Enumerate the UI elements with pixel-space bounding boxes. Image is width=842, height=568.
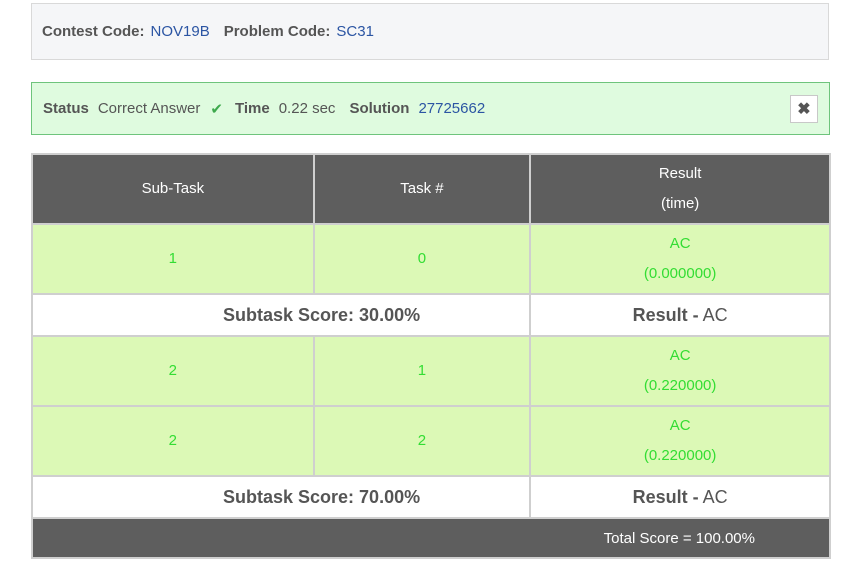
total-score-row: Total Score = 100.00% (31, 517, 831, 559)
header-task: Task # (312, 153, 532, 225)
subtask-result-label: Result - (632, 304, 699, 325)
subtask-cell: 1 (31, 223, 315, 295)
problem-codes-panel: Contest Code: NOV19B Problem Code: SC31 (31, 3, 829, 60)
result-verdict: AC (669, 235, 691, 252)
subtask-result-label: Result - (632, 486, 699, 507)
table-row: 2 2 AC (0.220000) (31, 405, 831, 477)
contest-code-link[interactable]: NOV19B (151, 23, 210, 40)
subtask-cell: 2 (31, 335, 315, 407)
subtask-score-label: Subtask Score: 30.00% (30, 293, 532, 337)
subtask-result-value: AC (702, 486, 728, 507)
contest-code-label: Contest Code: (42, 23, 145, 40)
time-label: Time (234, 100, 270, 117)
status-label: Status (43, 100, 89, 117)
result-cell: AC (0.220000) (529, 335, 831, 407)
result-time: (0.000000) (643, 265, 717, 282)
subtask-score-row: Subtask Score: 70.00% Result - AC (30, 475, 831, 519)
subtask-result-value: AC (702, 304, 728, 325)
subtask-score-label: Subtask Score: 70.00% (30, 475, 532, 519)
result-time: (0.220000) (643, 377, 717, 394)
close-button[interactable]: ✖ (790, 95, 818, 123)
subtask-result-cell: Result - AC (529, 293, 831, 337)
total-score: Total Score = 100.00% (31, 517, 831, 559)
header-subtask: Sub-Task (31, 153, 315, 225)
problem-code-link[interactable]: SC31 (336, 23, 374, 40)
result-verdict: AC (669, 347, 691, 364)
table-row: 1 0 AC (0.000000) (31, 223, 831, 295)
subtask-result-cell: Result - AC (529, 475, 831, 519)
header-time-label: (time) (660, 195, 700, 212)
check-icon: ✔ (210, 100, 223, 118)
task-cell: 0 (312, 223, 532, 295)
task-cell: 1 (312, 335, 532, 407)
close-icon: ✖ (797, 101, 811, 118)
header-result: Result (time) (529, 153, 831, 225)
problem-code-label: Problem Code: (223, 23, 331, 40)
task-cell: 2 (312, 405, 532, 477)
status-value: Correct Answer (97, 100, 201, 117)
result-time: (0.220000) (643, 447, 717, 464)
table-header-row: Sub-Task Task # Result (time) (31, 153, 831, 225)
header-result-label: Result (658, 165, 702, 182)
status-alert: Status Correct Answer ✔ Time 0.22 sec So… (31, 82, 830, 135)
result-verdict: AC (669, 417, 691, 434)
solution-link[interactable]: 27725662 (418, 100, 485, 117)
table-row: 2 1 AC (0.220000) (31, 335, 831, 407)
result-cell: AC (0.220000) (529, 405, 831, 477)
subtask-score-row: Subtask Score: 30.00% Result - AC (30, 293, 831, 337)
results-table: Sub-Task Task # Result (time) 1 0 AC (0.… (30, 153, 831, 559)
result-cell: AC (0.000000) (529, 223, 831, 295)
time-value: 0.22 sec (278, 100, 336, 117)
subtask-cell: 2 (31, 405, 315, 477)
solution-label: Solution (349, 100, 410, 117)
